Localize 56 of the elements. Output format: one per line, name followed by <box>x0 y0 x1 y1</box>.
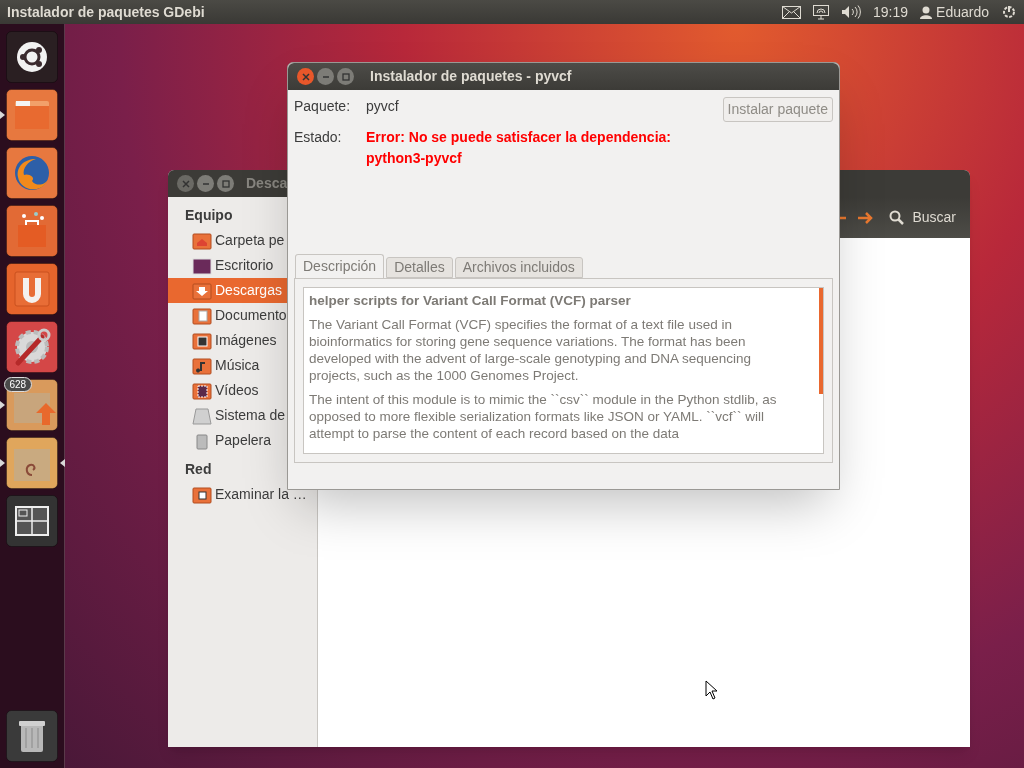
folder-icon <box>192 305 212 326</box>
user-icon[interactable] <box>920 5 933 19</box>
mail-icon[interactable] <box>782 5 801 19</box>
launcher-item[interactable]: 628 <box>0 379 65 431</box>
field-value: pyvcf <box>366 97 399 116</box>
sidebar-item[interactable]: Carpeta pe <box>168 228 317 253</box>
folder-icon <box>192 280 212 301</box>
description-paragraph: The Variant Call Format (VCF) specifies the format of a text file used in bioinformatics for storing gene sequence variations. The format has been developed with the advent of large-scale genotyping and DNA sequencing projects, such as the 1000 Genomes Project. <box>309 316 753 384</box>
folder-icon <box>192 484 212 505</box>
sidebar-item[interactable]: Examinar la … <box>168 482 317 507</box>
clock[interactable]: 19:19 <box>873 1 909 23</box>
folder-icon <box>192 380 212 401</box>
close-icon <box>181 179 190 188</box>
drive-icon <box>192 405 212 426</box>
store-icon[interactable] <box>6 205 58 257</box>
sidebar-heading: Red <box>184 460 213 479</box>
settings-icon[interactable] <box>6 321 58 373</box>
launcher-item[interactable] <box>0 437 65 489</box>
description-paragraph: The intent of this module is to mimic the ``csv`` module in the Python stdlib, as opposed to more flexible serialization formats like JSON or YAML. ``vcf`` will attempt to parse the content of each record based on the data <box>309 391 778 442</box>
sidebar-heading: Equipo <box>184 206 234 225</box>
minimize-button[interactable] <box>317 68 334 85</box>
window-title: Desca <box>246 174 288 193</box>
browser-icon[interactable] <box>6 147 58 199</box>
app-title: Instalador de paquetes GDebi <box>7 2 206 22</box>
trash-icon[interactable] <box>6 710 58 762</box>
close-icon <box>301 72 310 81</box>
mouse-pointer-icon <box>705 680 718 700</box>
forward-arrow-icon[interactable] <box>857 211 874 224</box>
volume-icon[interactable] <box>841 5 861 19</box>
network-icon[interactable] <box>813 4 829 20</box>
field-label: Paquete: <box>294 97 352 116</box>
files-icon[interactable] <box>6 89 58 141</box>
folder-icon <box>192 230 212 251</box>
maximize-icon <box>221 179 230 188</box>
installer-icon[interactable] <box>6 437 58 489</box>
folder-icon <box>192 330 212 351</box>
field-label: Estado: <box>294 128 343 147</box>
desktop-icon <box>192 255 212 276</box>
search-icon <box>889 210 905 225</box>
folder-icon <box>192 355 212 376</box>
maximize-button[interactable] <box>337 68 354 85</box>
close-button[interactable] <box>297 68 314 85</box>
updates-icon[interactable] <box>6 379 58 431</box>
workspaces-icon[interactable] <box>6 495 58 547</box>
maximize-button[interactable] <box>217 175 234 192</box>
maximize-icon <box>341 72 350 81</box>
error-message: Error: No se puede satisfacer la dependencia: python3-pyvcf <box>366 128 672 168</box>
search-button[interactable]: Buscar <box>883 202 962 233</box>
scrollbar-thumb[interactable] <box>819 288 823 394</box>
power-icon[interactable] <box>1001 4 1017 20</box>
window-title: Instalador de paquetes - pyvcf <box>370 67 572 86</box>
tab[interactable]: Descripción <box>295 254 385 278</box>
user-name[interactable]: Eduardo <box>936 1 989 23</box>
count-badge: 628 <box>3 377 33 392</box>
minimize-button[interactable] <box>197 175 214 192</box>
dash-icon[interactable] <box>6 31 58 83</box>
